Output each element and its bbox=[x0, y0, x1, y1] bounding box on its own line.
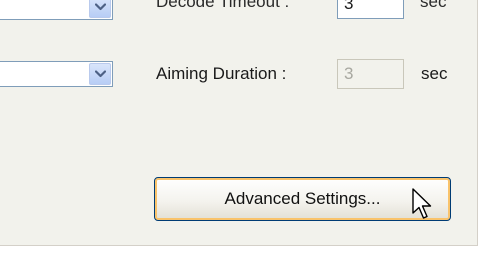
scan-mode-combobox[interactable] bbox=[0, 0, 113, 20]
combo-dropdown-button[interactable] bbox=[89, 0, 111, 18]
aiming-mode-combobox[interactable] bbox=[0, 61, 113, 87]
advanced-settings-label: Advanced Settings... bbox=[224, 189, 381, 208]
aiming-duration-field: 3 bbox=[337, 59, 404, 89]
advanced-settings-button[interactable]: Advanced Settings... bbox=[154, 177, 451, 221]
decode-timeout-label: Decode Timeout : bbox=[156, 0, 290, 11]
decode-timeout-field[interactable]: 3 bbox=[337, 0, 404, 19]
combo-dropdown-button[interactable] bbox=[89, 63, 111, 85]
decode-timeout-unit: sec bbox=[420, 0, 447, 11]
mouse-pointer-icon bbox=[412, 188, 432, 219]
window-edge bbox=[478, 0, 485, 255]
settings-panel: Decode Timeout : 3 sec Aiming Duration :… bbox=[0, 0, 478, 246]
chevron-down-icon bbox=[94, 3, 106, 11]
aiming-duration-label: Aiming Duration : bbox=[156, 64, 287, 83]
aiming-duration-unit: sec bbox=[421, 64, 448, 83]
chevron-down-icon bbox=[94, 70, 106, 78]
